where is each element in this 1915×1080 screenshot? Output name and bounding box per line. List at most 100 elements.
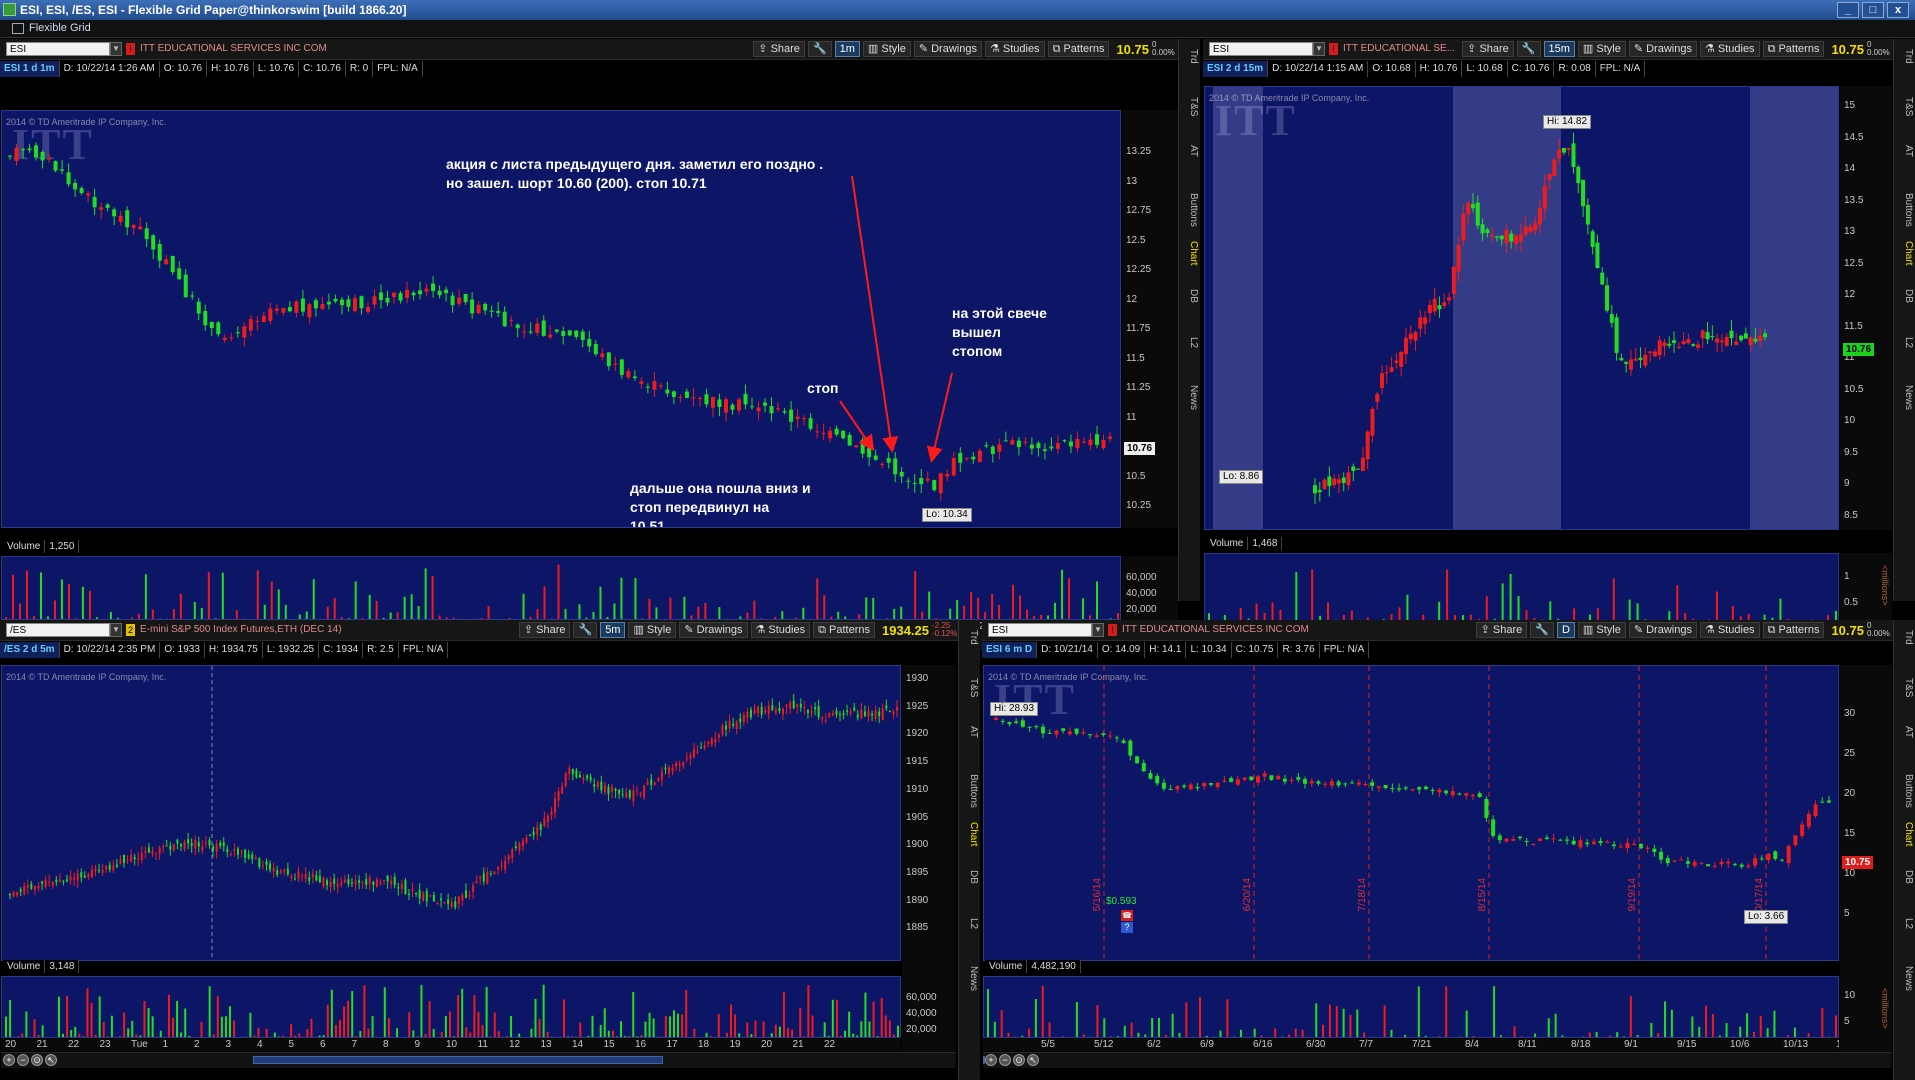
studies-button[interactable]: ⚗ Studies [984, 41, 1045, 57]
side-tab-news[interactable]: News [1896, 383, 1914, 412]
price-chart-area[interactable]: 2014 © TD Ameritrade IP Company, Inc. ITT… [983, 665, 1839, 961]
patterns-button[interactable]: ⧉ Patterns [1762, 41, 1825, 57]
timeframe-selector[interactable]: 5m [600, 622, 626, 638]
reset-zoom-icon[interactable]: ⊙ [1013, 1054, 1025, 1066]
drawings-button[interactable]: ✎ Drawings [1628, 41, 1697, 57]
zoom-in-icon[interactable]: + [985, 1054, 997, 1066]
side-tab-at[interactable]: AT [1181, 143, 1199, 159]
minimize-button[interactable]: _ [1837, 2, 1859, 18]
studies-button[interactable]: ⚗ Studies [1699, 41, 1760, 57]
side-tab-db[interactable]: DB [961, 868, 979, 886]
drawings-button[interactable]: ✎ Drawings [913, 41, 982, 57]
volume-chart-area[interactable] [1, 556, 1121, 620]
side-tab-ts[interactable]: T&S [1181, 95, 1199, 118]
side-tab-buttons[interactable]: Buttons [1896, 772, 1914, 810]
zoom-in-icon[interactable]: + [3, 1054, 15, 1066]
timeframe-selector[interactable]: 15m [1543, 41, 1575, 57]
cursor-icon[interactable]: ↖ [45, 1054, 57, 1066]
volume-chart-area[interactable] [1204, 553, 1839, 621]
side-tab-at[interactable]: AT [1896, 143, 1914, 159]
chart-scrollbar[interactable]: +−⊙↖ [983, 1052, 1891, 1068]
side-tab-news[interactable]: News [961, 964, 979, 993]
chart-scrollbar[interactable]: +−⊙↖ [1, 1052, 955, 1068]
patterns-button[interactable]: ⧉ Patterns [1762, 622, 1825, 638]
studies-button[interactable]: ⚗ Studies [750, 622, 811, 638]
symbol-input[interactable]: ESI [6, 42, 110, 56]
share-button[interactable]: ⇪ Share [1462, 41, 1514, 57]
side-tab-l2[interactable]: L2 [1181, 335, 1199, 350]
side-tab-trd[interactable]: Trd [1181, 47, 1199, 66]
settings-wrench-icon[interactable]: 🔧 [1516, 41, 1541, 57]
settings-wrench-icon[interactable]: 🔧 [1530, 622, 1554, 638]
time-axis[interactable]: 20 21 22 23 Tue 1 2 3 4 5 6 7 8 9 10 11 12 13 14 15 16 17 18 19… [1, 1039, 901, 1051]
drawings-button[interactable]: ✎ Drawings [679, 622, 748, 638]
zoom-out-icon[interactable]: − [17, 1054, 29, 1066]
settings-wrench-icon[interactable]: 🔧 [573, 622, 598, 638]
close-button[interactable]: x [1887, 2, 1909, 18]
side-tab-l2[interactable]: L2 [1896, 335, 1914, 350]
side-tab-db[interactable]: DB [1181, 287, 1199, 305]
volume-bar [628, 1035, 631, 1037]
style-button[interactable]: ▥ Style [1577, 41, 1626, 57]
price-axis[interactable]: 15 14.5 14 13.5 13 12.5 12 11.5 11 10.5 10 9.5 9 8.5 [1840, 86, 1892, 530]
scroll-thumb[interactable] [983, 1056, 985, 1064]
style-button[interactable]: ▥ Style [862, 41, 911, 57]
side-tab-trd[interactable]: Trd [961, 628, 979, 647]
zoom-out-icon[interactable]: − [999, 1054, 1011, 1066]
style-button[interactable]: ▥ Style [1577, 622, 1626, 638]
share-button[interactable]: ⇪ Share [1475, 622, 1528, 638]
symbol-dropdown-icon[interactable]: ▼ [1313, 42, 1325, 56]
side-tab-ts[interactable]: T&S [1896, 95, 1914, 118]
side-tab-chart[interactable]: Chart [1896, 239, 1914, 267]
maximize-button[interactable]: □ [1862, 2, 1884, 18]
symbol-dropdown-icon[interactable]: ▼ [1092, 623, 1104, 637]
side-tab-news[interactable]: News [1896, 964, 1914, 993]
volume-chart-area[interactable] [983, 976, 1839, 1038]
side-tab-news[interactable]: News [1181, 383, 1199, 412]
event-info-icon[interactable]: ? [1121, 922, 1133, 933]
symbol-input[interactable]: /ES [6, 623, 110, 637]
side-tab-at[interactable]: AT [961, 724, 979, 740]
side-tab-ts[interactable]: T&S [1896, 676, 1914, 699]
scroll-thumb[interactable] [253, 1056, 663, 1064]
side-tab-trd[interactable]: Trd [1896, 628, 1914, 647]
earnings-event-icon[interactable]: ☎ [1121, 910, 1133, 921]
timeframe-selector[interactable]: D [1556, 622, 1575, 638]
symbol-dropdown-icon[interactable]: ▼ [110, 623, 122, 637]
side-tab-buttons[interactable]: Buttons [961, 772, 979, 810]
style-button[interactable]: ▥ Style [628, 622, 677, 638]
share-button[interactable]: ⇪ Share [753, 41, 805, 57]
symbol-input[interactable]: ESI [1209, 42, 1313, 56]
side-tab-db[interactable]: DB [1896, 868, 1914, 886]
side-tab-db[interactable]: DB [1896, 287, 1914, 305]
side-tab-chart[interactable]: Chart [1896, 820, 1914, 848]
patterns-button[interactable]: ⧉ Patterns [813, 622, 875, 638]
price-chart-area[interactable]: 2014 © TD Ameritrade IP Company, Inc. [1, 665, 901, 961]
grid-layout-label[interactable]: Flexible Grid [29, 22, 91, 34]
settings-wrench-icon[interactable]: 🔧 [807, 41, 832, 57]
drawings-button[interactable]: ✎ Drawings [1628, 622, 1697, 638]
symbol-input[interactable]: ESI [988, 623, 1092, 637]
patterns-button[interactable]: ⧉ Patterns [1047, 41, 1110, 57]
side-tab-at[interactable]: AT [1896, 724, 1914, 740]
cursor-icon[interactable]: ↖ [1027, 1054, 1039, 1066]
side-tab-chart[interactable]: Chart [961, 820, 979, 848]
side-tab-buttons[interactable]: Buttons [1181, 191, 1199, 229]
side-tab-ts[interactable]: T&S [961, 676, 979, 699]
share-button[interactable]: ⇪ Share [518, 622, 571, 638]
side-tab-l2[interactable]: L2 [961, 916, 979, 931]
side-tab-chart[interactable]: Chart [1181, 239, 1199, 267]
grid-icon[interactable] [12, 23, 24, 34]
side-tab-trd[interactable]: Trd [1896, 47, 1914, 66]
side-tab-l2[interactable]: L2 [1896, 916, 1914, 931]
reset-zoom-icon[interactable]: ⊙ [31, 1054, 43, 1066]
studies-button[interactable]: ⚗ Studies [1699, 622, 1760, 638]
volume-chart-area[interactable] [1, 976, 901, 1038]
price-chart-area[interactable]: 2014 © TD Ameritrade IP Company, Inc. ITT… [1, 110, 1121, 528]
price-axis[interactable]: 13.25 13 12.75 12.5 12.25 12 11.75 11.5 11.25 11 1… [1122, 110, 1178, 528]
side-tab-buttons[interactable]: Buttons [1896, 191, 1914, 229]
timeframe-selector[interactable]: 1m [834, 41, 860, 57]
time-axis[interactable]: 5/5 5/12 6/2 6/9 6/16 6/30 7/7 7/21 8/4 8/11 8/18 9… [983, 1039, 1839, 1051]
symbol-dropdown-icon[interactable]: ▼ [110, 42, 122, 56]
price-chart-area[interactable]: 2014 © TD Ameritrade IP Company, Inc. ITT… [1204, 86, 1839, 530]
